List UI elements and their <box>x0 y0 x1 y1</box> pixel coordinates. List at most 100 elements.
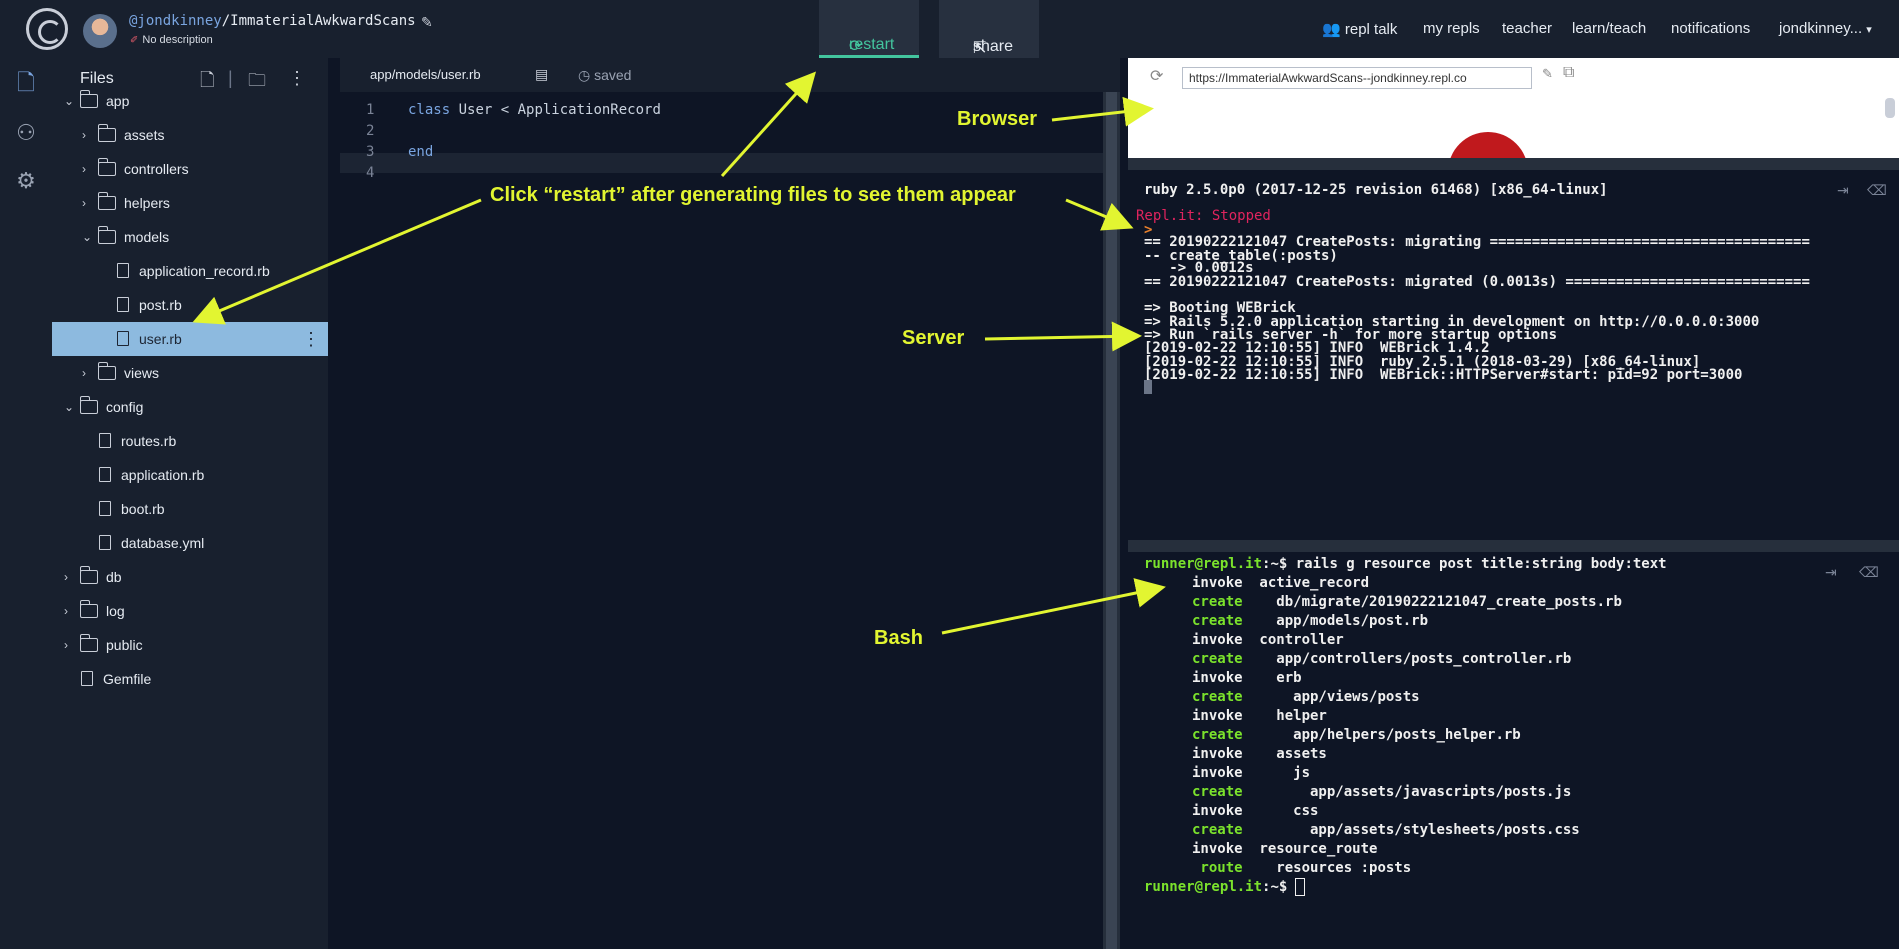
file-row-database-yml[interactable]: database.yml <box>52 526 328 560</box>
repl-talk-link[interactable]: 👥 repl talk <box>1322 20 1397 38</box>
bash-action: create <box>1192 594 1243 610</box>
terminal-cursor <box>1144 380 1152 394</box>
bash-action: create <box>1192 784 1243 800</box>
chevron-down-icon[interactable]: ⌄ <box>64 390 74 424</box>
learn-teach-link[interactable]: learn/teach <box>1572 20 1646 37</box>
invite-user-icon[interactable]: ⚇ <box>13 120 39 146</box>
restart-button[interactable]: restart ⟳ <box>819 0 919 58</box>
bash-pane[interactable]: ⇥ ⌫ runner@repl.it:~$ rails g resource p… <box>1128 552 1899 949</box>
clear-console-icon[interactable]: ⌫ <box>1859 564 1879 581</box>
bash-target: app/helpers/posts_helper.rb <box>1242 727 1521 743</box>
file-row-post-rb[interactable]: post.rb <box>52 288 328 322</box>
editor-scrollbar[interactable] <box>1103 92 1120 949</box>
folder-row-views[interactable]: › views <box>52 356 328 390</box>
tab-user-rb[interactable]: app/models/user.rb <box>370 67 481 82</box>
prompt: runner@repl.it <box>1144 879 1263 895</box>
bash-action: invoke <box>1192 841 1243 857</box>
bash-target: controller <box>1242 632 1344 648</box>
bash-action: invoke <box>1192 632 1243 648</box>
folder-row-app[interactable]: ⌄ app <box>52 84 328 118</box>
bash-target: app/assets/javascripts/posts.js <box>1242 784 1572 800</box>
chevron-right-icon[interactable]: › <box>82 356 86 390</box>
folder-icon <box>79 90 98 108</box>
bash-action: invoke <box>1192 708 1243 724</box>
folder-row-helpers[interactable]: › helpers <box>52 186 328 220</box>
tree-item-label: db <box>106 569 122 585</box>
file-row-user-rb[interactable]: user.rb ⋮ <box>52 322 328 356</box>
file-options-icon[interactable]: ⋮ <box>302 322 320 356</box>
teacher-link[interactable]: teacher <box>1502 20 1552 37</box>
open-in-new-tab-icon[interactable]: ⧉ <box>1563 64 1574 82</box>
folder-icon <box>97 124 116 142</box>
clear-console-icon[interactable]: ⌫ <box>1867 182 1887 199</box>
line-number: 3 <box>366 144 375 160</box>
repl-name[interactable]: ImmaterialAwkwardScans <box>230 13 415 29</box>
bash-output-line: create db/migrate/20190222121047_create_… <box>1192 594 1622 610</box>
files-panel: Files 🗋 | 🗀 ⋮ ⌄ app › assets › controllers › he… <box>52 58 328 949</box>
settings-gear-icon[interactable]: ⚙ <box>13 168 39 194</box>
chevron-right-icon[interactable]: › <box>64 560 68 594</box>
folder-row-log[interactable]: › log <box>52 594 328 628</box>
tree-item-label: assets <box>124 127 165 143</box>
folder-row-controllers[interactable]: › controllers <box>52 152 328 186</box>
file-row-gemfile[interactable]: Gemfile <box>52 662 328 696</box>
file-row-application-rb[interactable]: application.rb <box>52 458 328 492</box>
pane-divider[interactable] <box>1128 540 1899 552</box>
user-menu[interactable]: jondkinney... ▾ <box>1779 20 1872 37</box>
bash-prompt-line[interactable]: runner@repl.it:~$ <box>1144 878 1306 896</box>
file-row-boot-rb[interactable]: boot.rb <box>52 492 328 526</box>
console-output-icon[interactable]: ⇥ <box>1825 564 1837 581</box>
code-line[interactable]: end <box>408 144 433 160</box>
bash-action: invoke <box>1192 575 1243 591</box>
repl-description[interactable]: ✐ No description <box>130 34 213 46</box>
repl-title[interactable]: @jondkinney/ImmaterialAwkwardScans <box>129 13 416 29</box>
file-row-application-record-rb[interactable]: application_record.rb <box>52 254 328 288</box>
bash-output-line: create app/assets/stylesheets/posts.css <box>1192 822 1580 838</box>
pane-divider[interactable] <box>1128 158 1899 170</box>
folder-row-models[interactable]: ⌄ models <box>52 220 328 254</box>
bash-target: active_record <box>1242 575 1370 591</box>
bash-action: invoke <box>1192 765 1243 781</box>
chevron-down-icon[interactable]: ⌄ <box>64 84 74 118</box>
code-editor[interactable]: 1 2 3 4 class User < ApplicationRecord e… <box>340 92 1120 949</box>
folder-icon <box>97 362 116 380</box>
replit-logo-icon[interactable] <box>26 8 68 50</box>
document-icon[interactable]: ▤ <box>535 66 548 83</box>
folder-row-public[interactable]: › public <box>52 628 328 662</box>
share-button[interactable]: share ⇱ <box>939 0 1039 58</box>
chevron-right-icon[interactable]: › <box>82 152 86 186</box>
avatar[interactable] <box>83 14 117 48</box>
bash-target: css <box>1242 803 1319 819</box>
reload-icon[interactable]: ⟳ <box>1150 66 1163 86</box>
file-icon <box>99 535 111 550</box>
edit-url-icon[interactable]: ✎ <box>1542 66 1553 82</box>
notifications-link[interactable]: notifications <box>1671 20 1750 37</box>
repl-owner-link[interactable]: @jondkinney <box>129 13 222 29</box>
chevron-right-icon[interactable]: › <box>82 118 86 152</box>
chevron-down-icon[interactable]: ⌄ <box>82 220 92 254</box>
refresh-icon: ⟳ <box>849 38 863 55</box>
edit-pencil-icon[interactable]: ✎ <box>421 14 433 31</box>
tree-item-label: database.yml <box>121 535 205 551</box>
chevron-down-icon: ▾ <box>1866 24 1872 36</box>
chevron-right-icon[interactable]: › <box>64 628 68 662</box>
scrollbar-thumb[interactable] <box>1106 92 1117 949</box>
top-bar: @jondkinney/ImmaterialAwkwardScans ✎ ✐ No… <box>0 0 1899 58</box>
folder-row-assets[interactable]: › assets <box>52 118 328 152</box>
code-line[interactable]: class User < ApplicationRecord <box>408 102 661 118</box>
browser-annotation: Browser <box>957 108 1038 130</box>
console-output-icon[interactable]: ⇥ <box>1837 182 1849 199</box>
console-pane[interactable]: ⇥ ⌫ ruby 2.5.0p0 (2017-12-25 revision 61… <box>1128 170 1899 540</box>
chevron-right-icon[interactable]: › <box>64 594 68 628</box>
folder-row-db[interactable]: › db <box>52 560 328 594</box>
chevron-right-icon[interactable]: › <box>82 186 86 220</box>
tree-item-label: views <box>124 365 160 381</box>
file-row-routes-rb[interactable]: routes.rb <box>52 424 328 458</box>
folder-row-config[interactable]: ⌄ config <box>52 390 328 424</box>
folder-icon <box>79 566 98 584</box>
line-number: 4 <box>366 165 375 181</box>
browser-url-field[interactable]: https://ImmaterialAwkwardScans--jondkinn… <box>1182 67 1532 89</box>
my-repls-link[interactable]: my repls <box>1423 20 1480 37</box>
browser-scrollbar[interactable] <box>1885 98 1895 118</box>
files-icon[interactable]: 🗋 <box>13 70 39 96</box>
